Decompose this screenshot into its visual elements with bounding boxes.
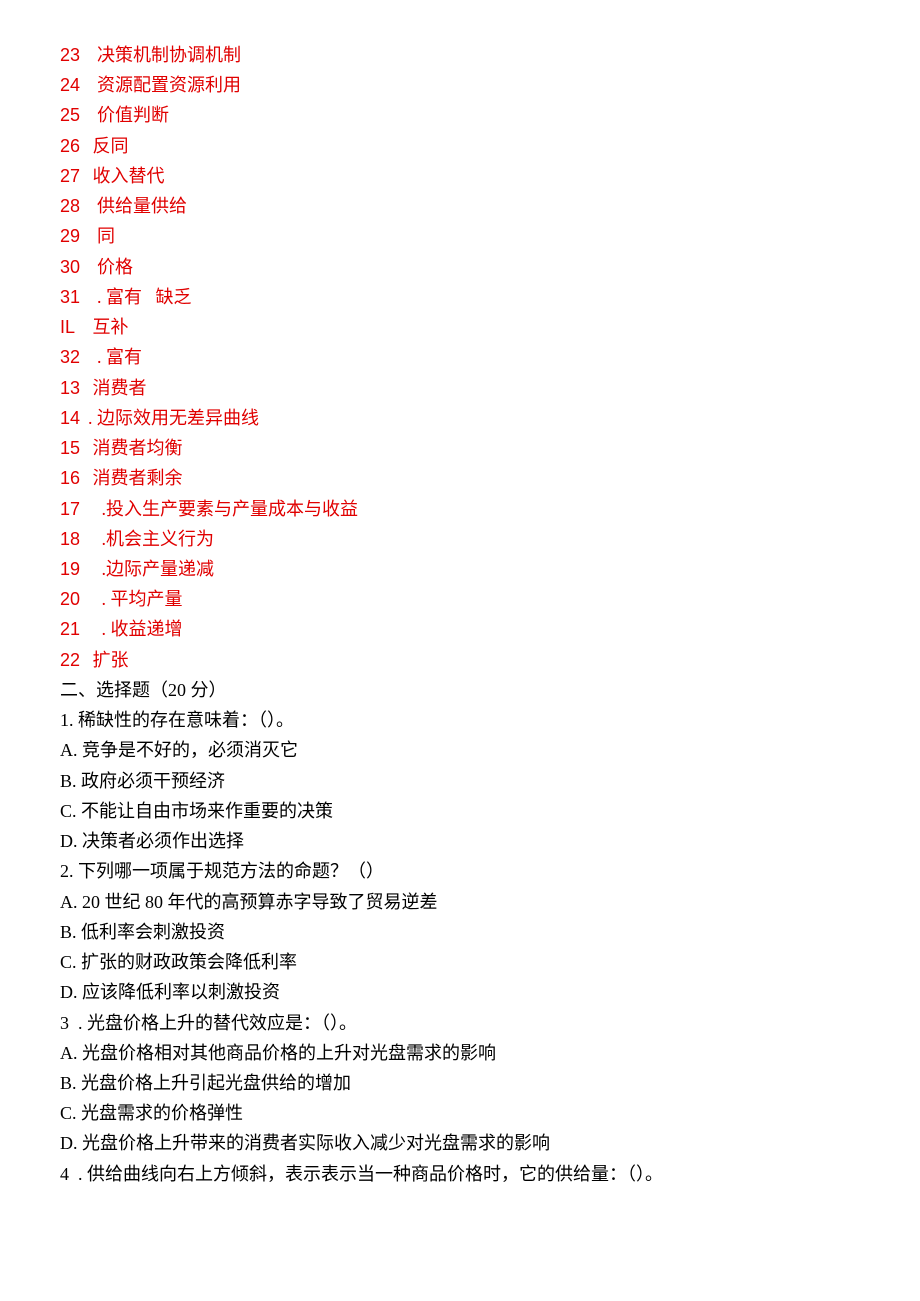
answer-text: 供给量供给 — [88, 196, 187, 216]
answer-number: 32 — [60, 342, 88, 372]
answer-line: 19 .边际产量递减 — [60, 554, 860, 584]
answer-text: 价格 — [88, 257, 133, 277]
answer-list: 23 决策机制协调机制24 资源配置资源利用25 价值判断26 反同27 收入替… — [60, 40, 860, 675]
answer-number: 22 — [60, 645, 88, 675]
answer-line: 31 . 富有 缺乏 — [60, 282, 860, 312]
question-line: 3 . 光盘价格上升的替代效应是：（）。 — [60, 1008, 860, 1038]
answer-text: 同 — [88, 226, 115, 246]
answer-number: 26 — [60, 131, 88, 161]
answer-number: 15 — [60, 433, 88, 463]
answer-text: . 富有 缺乏 — [88, 287, 192, 307]
answer-number: 27 — [60, 161, 88, 191]
answer-text: 消费者剩余 — [88, 468, 183, 488]
question-line: A. 20 世纪 80 年代的高预算赤字导致了贸易逆差 — [60, 887, 860, 917]
answer-number: 25 — [60, 100, 88, 130]
answer-line: 20 . 平均产量 — [60, 584, 860, 614]
answer-line: 28 供给量供给 — [60, 191, 860, 221]
answer-line: 22 扩张 — [60, 645, 860, 675]
answer-line: 15 消费者均衡 — [60, 433, 860, 463]
answer-line: 17 .投入生产要素与产量成本与收益 — [60, 494, 860, 524]
answer-number: 24 — [60, 70, 88, 100]
answer-text: 资源配置资源利用 — [88, 75, 241, 95]
answer-line: 32 . 富有 — [60, 342, 860, 372]
answer-text: 收入替代 — [88, 166, 165, 186]
answer-number: IL — [60, 312, 88, 342]
question-line: D. 应该降低利率以刺激投资 — [60, 977, 860, 1007]
answer-line: 30 价格 — [60, 252, 860, 282]
answer-number: 16 — [60, 463, 88, 493]
answer-text: .边际产量递减 — [88, 559, 214, 579]
answer-text: 消费者 — [88, 378, 147, 398]
question-list: 二、选择题（20 分）1. 稀缺性的存在意味着：（）。A. 竞争是不好的，必须消… — [60, 675, 860, 1189]
answer-text: 决策机制协调机制 — [88, 45, 241, 65]
answer-line: 21 . 收益递增 — [60, 614, 860, 644]
question-line: B. 低利率会刺激投资 — [60, 917, 860, 947]
answer-number: 13 — [60, 373, 88, 403]
answer-line: 16 消费者剩余 — [60, 463, 860, 493]
answer-number: 19 — [60, 554, 88, 584]
answer-text: .机会主义行为 — [88, 529, 214, 549]
question-line: D. 光盘价格上升带来的消费者实际收入减少对光盘需求的影响 — [60, 1128, 860, 1158]
answer-number: 14 — [60, 403, 88, 433]
answer-number: 21 — [60, 614, 88, 644]
question-line: A. 竞争是不好的，必须消灭它 — [60, 735, 860, 765]
question-line: A. 光盘价格相对其他商品价格的上升对光盘需求的影响 — [60, 1038, 860, 1068]
answer-text: . 收益递增 — [88, 619, 183, 639]
answer-text: . 富有 — [88, 347, 142, 367]
question-line: C. 扩张的财政政策会降低利率 — [60, 947, 860, 977]
answer-text: 消费者均衡 — [88, 438, 183, 458]
answer-number: 28 — [60, 191, 88, 221]
question-line: D. 决策者必须作出选择 — [60, 826, 860, 856]
answer-number: 18 — [60, 524, 88, 554]
answer-text: . 边际效用无差异曲线 — [88, 408, 259, 428]
answer-text: .投入生产要素与产量成本与收益 — [88, 499, 358, 519]
answer-text: 互补 — [88, 317, 129, 337]
answer-line: 26 反同 — [60, 131, 860, 161]
answer-line: 27 收入替代 — [60, 161, 860, 191]
answer-line: 29 同 — [60, 221, 860, 251]
answer-number: 29 — [60, 221, 88, 251]
answer-number: 20 — [60, 584, 88, 614]
answer-line: 24 资源配置资源利用 — [60, 70, 860, 100]
question-line: C. 不能让自由市场来作重要的决策 — [60, 796, 860, 826]
answer-number: 23 — [60, 40, 88, 70]
answer-line: 23 决策机制协调机制 — [60, 40, 860, 70]
answer-line: 25 价值判断 — [60, 100, 860, 130]
question-line: B. 政府必须干预经济 — [60, 766, 860, 796]
answer-number: 31 — [60, 282, 88, 312]
answer-line: 13 消费者 — [60, 373, 860, 403]
answer-text: . 平均产量 — [88, 589, 183, 609]
question-line: 4 . 供给曲线向右上方倾斜，表示表示当一种商品价格时，它的供给量：（）。 — [60, 1159, 860, 1189]
answer-line: 18 .机会主义行为 — [60, 524, 860, 554]
question-line: C. 光盘需求的价格弹性 — [60, 1098, 860, 1128]
question-line: 二、选择题（20 分） — [60, 675, 860, 705]
answer-text: 扩张 — [88, 650, 129, 670]
answer-text: 反同 — [88, 136, 129, 156]
answer-line: 14. 边际效用无差异曲线 — [60, 403, 860, 433]
question-line: 2. 下列哪一项属于规范方法的命题？（） — [60, 856, 860, 886]
question-line: 1. 稀缺性的存在意味着：（）。 — [60, 705, 860, 735]
question-line: B. 光盘价格上升引起光盘供给的增加 — [60, 1068, 860, 1098]
answer-number: 30 — [60, 252, 88, 282]
answer-text: 价值判断 — [88, 105, 169, 125]
answer-line: IL 互补 — [60, 312, 860, 342]
answer-number: 17 — [60, 494, 88, 524]
